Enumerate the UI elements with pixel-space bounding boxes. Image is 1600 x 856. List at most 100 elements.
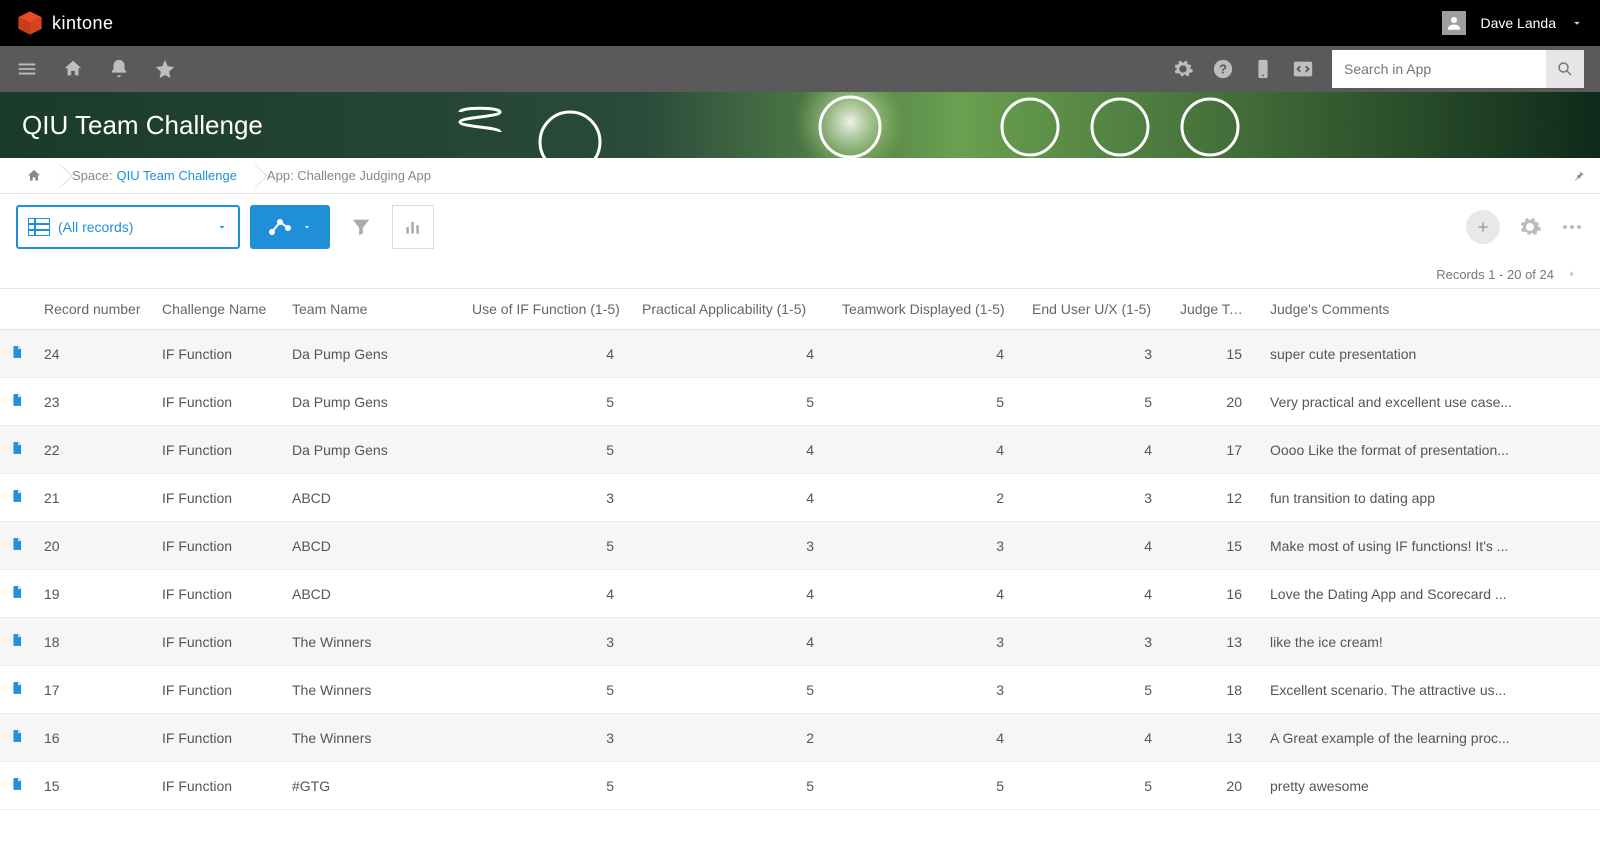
cell-use-if: 4	[462, 330, 632, 378]
cell-judge	[452, 762, 462, 810]
cell-judge	[452, 570, 462, 618]
next-page-icon[interactable]	[1566, 266, 1578, 282]
view-selector[interactable]: (All records)	[16, 205, 240, 249]
cell-comment: like the ice cream!	[1260, 618, 1600, 666]
home-small-icon	[26, 168, 42, 184]
search-icon	[1556, 60, 1574, 78]
hero-banner: QIU Team Challenge	[0, 92, 1600, 158]
cell-total: 13	[1170, 618, 1260, 666]
logo[interactable]: kintone	[16, 9, 114, 37]
col-challenge-name[interactable]: Challenge Name	[152, 289, 282, 330]
cell-practical: 5	[632, 666, 832, 714]
cell-total: 16	[1170, 570, 1260, 618]
record-open-cell[interactable]	[0, 618, 34, 666]
avatar-icon	[1442, 11, 1466, 35]
cell-record-number: 18	[34, 618, 152, 666]
col-total[interactable]: Judge Total	[1170, 289, 1260, 330]
mobile-icon[interactable]	[1252, 58, 1274, 80]
cell-use-if: 3	[462, 618, 632, 666]
table-row[interactable]: 23 IF Function Da Pump Gens 5 5 5 5 20 V…	[0, 378, 1600, 426]
cell-teamwork: 4	[832, 570, 1022, 618]
graph-button[interactable]	[250, 205, 330, 249]
chart-button[interactable]	[392, 205, 434, 249]
breadcrumb: Space: QIU Team Challenge App: Challenge…	[0, 158, 1600, 194]
cell-comment: fun transition to dating app	[1260, 474, 1600, 522]
record-open-cell[interactable]	[0, 714, 34, 762]
col-practical[interactable]: Practical Applicability (1-5)	[632, 289, 832, 330]
record-open-cell[interactable]	[0, 474, 34, 522]
cell-use-if: 5	[462, 378, 632, 426]
breadcrumb-space[interactable]: Space: QIU Team Challenge	[60, 158, 255, 193]
cell-ux: 5	[1022, 666, 1170, 714]
cell-team: ABCD	[282, 570, 452, 618]
table-row[interactable]: 20 IF Function ABCD 5 3 3 4 15 Make most…	[0, 522, 1600, 570]
filter-button[interactable]	[340, 205, 382, 249]
record-open-cell[interactable]	[0, 666, 34, 714]
help-icon[interactable]: ?	[1212, 58, 1234, 80]
cell-comment: Make most of using IF functions! It's ..…	[1260, 522, 1600, 570]
document-icon	[10, 392, 24, 408]
cell-judge	[452, 330, 462, 378]
record-open-cell[interactable]	[0, 378, 34, 426]
col-team-name[interactable]: Team Name	[282, 289, 452, 330]
record-open-cell[interactable]	[0, 330, 34, 378]
cell-use-if: 5	[462, 762, 632, 810]
search-input[interactable]	[1332, 61, 1546, 77]
cell-ux: 4	[1022, 570, 1170, 618]
cell-ux: 3	[1022, 330, 1170, 378]
col-comments[interactable]: Judge's Comments	[1260, 289, 1600, 330]
record-open-cell[interactable]	[0, 522, 34, 570]
bc-app-label: App: Challenge Judging App	[267, 168, 431, 183]
cell-judge	[452, 426, 462, 474]
cell-challenge: IF Function	[152, 714, 282, 762]
table-row[interactable]: 18 IF Function The Winners 3 4 3 3 13 li…	[0, 618, 1600, 666]
cell-team: #GTG	[282, 762, 452, 810]
col-record-number[interactable]: Record number	[34, 289, 152, 330]
cell-use-if: 4	[462, 570, 632, 618]
cell-total: 12	[1170, 474, 1260, 522]
table-row[interactable]: 19 IF Function ABCD 4 4 4 4 16 Love the …	[0, 570, 1600, 618]
bc-space-prefix: Space:	[72, 168, 112, 183]
star-icon[interactable]	[154, 58, 176, 80]
cell-judge	[452, 714, 462, 762]
gear-icon[interactable]	[1172, 58, 1194, 80]
code-icon[interactable]	[1292, 58, 1314, 80]
record-open-cell[interactable]	[0, 762, 34, 810]
menu-icon[interactable]	[16, 58, 38, 80]
more-icon[interactable]	[1560, 215, 1584, 239]
cell-challenge: IF Function	[152, 762, 282, 810]
cell-challenge: IF Function	[152, 330, 282, 378]
search-button[interactable]	[1546, 50, 1584, 88]
funnel-icon	[350, 216, 372, 238]
bell-icon[interactable]	[108, 58, 130, 80]
svg-text:?: ?	[1219, 62, 1227, 77]
col-teamwork[interactable]: Teamwork Displayed (1-5)	[832, 289, 1022, 330]
col-ux[interactable]: End User U/X (1-5)	[1022, 289, 1170, 330]
table-row[interactable]: 15 IF Function #GTG 5 5 5 5 20 pretty aw…	[0, 762, 1600, 810]
record-open-cell[interactable]	[0, 570, 34, 618]
home-icon[interactable]	[62, 58, 84, 80]
settings-gear-icon[interactable]	[1518, 215, 1542, 239]
cell-challenge: IF Function	[152, 426, 282, 474]
table-row[interactable]: 21 IF Function ABCD 3 4 2 3 12 fun trans…	[0, 474, 1600, 522]
col-use-if[interactable]: Use of IF Function (1-5)	[462, 289, 632, 330]
pin-icon[interactable]	[1572, 169, 1586, 183]
col-judge[interactable]: Judge	[452, 289, 462, 330]
cell-practical: 4	[632, 426, 832, 474]
cell-record-number: 21	[34, 474, 152, 522]
table-header-row: Record number Challenge Name Team Name J…	[0, 289, 1600, 330]
record-open-cell[interactable]	[0, 426, 34, 474]
table-row[interactable]: 24 IF Function Da Pump Gens 4 4 4 3 15 s…	[0, 330, 1600, 378]
cell-challenge: IF Function	[152, 618, 282, 666]
cell-team: The Winners	[282, 666, 452, 714]
user-menu[interactable]: Dave Landa	[1442, 11, 1584, 35]
table-row[interactable]: 22 IF Function Da Pump Gens 5 4 4 4 17 O…	[0, 426, 1600, 474]
table-row[interactable]: 17 IF Function The Winners 5 5 3 5 18 Ex…	[0, 666, 1600, 714]
cell-total: 18	[1170, 666, 1260, 714]
cell-practical: 3	[632, 522, 832, 570]
chevron-down-icon	[302, 222, 312, 232]
add-record-button[interactable]	[1466, 210, 1500, 244]
table-row[interactable]: 16 IF Function The Winners 3 2 4 4 13 A …	[0, 714, 1600, 762]
cell-record-number: 22	[34, 426, 152, 474]
cell-practical: 5	[632, 762, 832, 810]
